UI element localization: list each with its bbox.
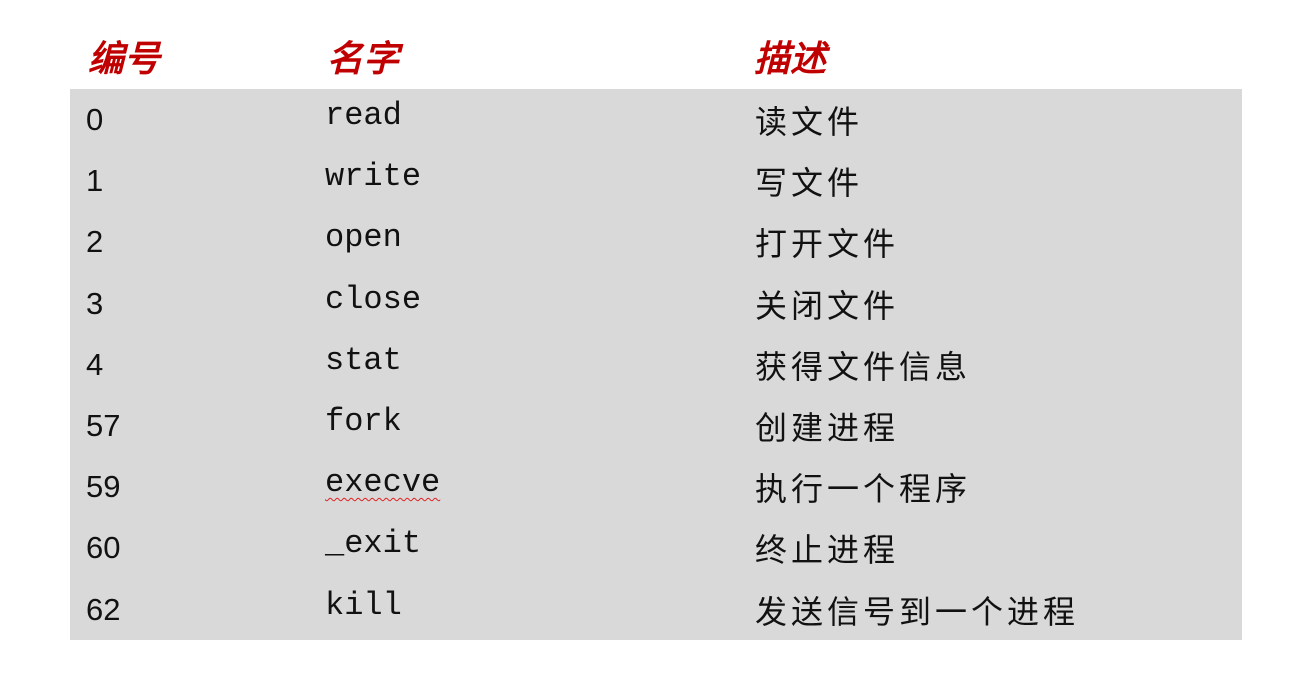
cell-description: 读文件 — [755, 103, 864, 141]
cell-number: 59 — [86, 469, 121, 505]
cell-number: 0 — [86, 102, 104, 137]
table-row: 3 close 关闭文件 — [70, 273, 1242, 334]
table-header-row: 编号 名字 描述 — [70, 28, 1242, 89]
cell-description: 打开文件 — [755, 225, 900, 264]
cell-description: 关闭文件 — [755, 286, 900, 325]
table-body: 0 read 读文件 1 write 写文件 2 open 打开文件 3 clo… — [70, 89, 1242, 640]
cell-number: 1 — [86, 163, 104, 199]
table-row: 62 kill 发送信号到一个进程 — [70, 579, 1242, 640]
cell-name: write — [325, 158, 422, 196]
cell-description: 写文件 — [755, 164, 864, 203]
cell-number: 57 — [86, 407, 121, 443]
cell-number: 2 — [86, 224, 104, 260]
cell-name: close — [325, 280, 422, 318]
syscall-table: 编号 名字 描述 0 read 读文件 1 write 写文件 2 open 打… — [70, 28, 1242, 640]
table-row: 59 execve 执行一个程序 — [70, 456, 1242, 517]
cell-name: fork — [325, 402, 402, 440]
table-row: 1 write 写文件 — [70, 150, 1242, 211]
table-row: 57 fork 创建进程 — [70, 395, 1242, 456]
header-description: 描述 — [754, 39, 827, 80]
cell-description: 获得文件信息 — [755, 347, 972, 386]
cell-number: 62 — [86, 591, 121, 627]
cell-description: 创建进程 — [755, 408, 900, 447]
cell-name: read — [325, 97, 402, 134]
cell-description: 终止进程 — [755, 531, 900, 570]
cell-name: stat — [325, 341, 402, 379]
cell-name: kill — [325, 586, 402, 624]
cell-name: execve — [325, 464, 441, 502]
cell-name: _exit — [325, 525, 422, 563]
table-row: 2 open 打开文件 — [70, 211, 1242, 272]
cell-name: open — [325, 219, 402, 257]
cell-description: 执行一个程序 — [755, 470, 972, 509]
table-row: 60 _exit 终止进程 — [70, 517, 1242, 578]
cell-number: 3 — [86, 285, 104, 321]
table-row: 4 stat 获得文件信息 — [70, 334, 1242, 395]
cell-number: 60 — [86, 530, 121, 566]
cell-number: 4 — [86, 346, 104, 382]
header-name: 名字 — [327, 39, 400, 80]
table-row: 0 read 读文件 — [70, 89, 1242, 150]
cell-description: 发送信号到一个进程 — [755, 592, 1080, 631]
header-number: 编号 — [88, 39, 161, 80]
